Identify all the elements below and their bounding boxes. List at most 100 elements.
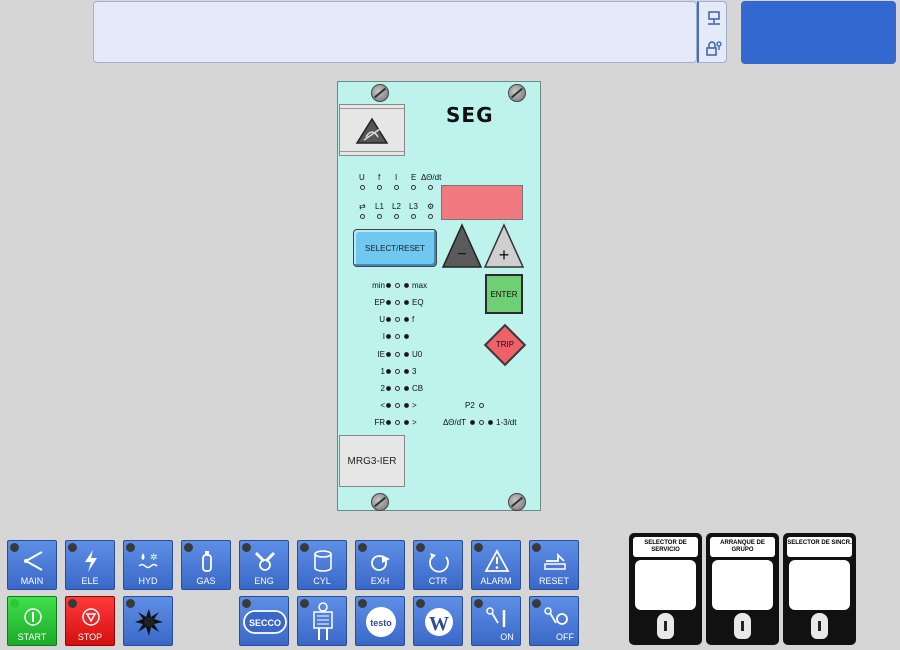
w-logo-button[interactable]: W — [413, 596, 463, 646]
led — [394, 185, 399, 190]
button-label: ON — [500, 632, 514, 642]
button-label: HYD — [138, 576, 158, 586]
key-on-icon — [486, 607, 506, 627]
testo-logo-icon: testo — [366, 607, 396, 637]
w-logo-icon: W — [425, 608, 453, 636]
led — [395, 334, 400, 339]
indicator-label-left: IE — [377, 350, 385, 359]
led — [386, 352, 391, 357]
led-label-dtheta: ΔΘ/dt — [421, 173, 442, 182]
alarm-icon — [484, 549, 510, 572]
led — [428, 185, 433, 190]
led — [386, 334, 391, 339]
led — [386, 283, 391, 288]
start-icon — [24, 608, 42, 626]
header-action-panel[interactable] — [741, 1, 896, 64]
selector-window — [789, 560, 850, 610]
select-reset-button[interactable]: SELECT/RESET — [353, 229, 437, 267]
led — [470, 420, 475, 425]
indicator-label-left: U — [379, 315, 385, 324]
start-button[interactable]: START — [7, 596, 57, 646]
led — [404, 300, 409, 305]
indicator-label-right: CB — [412, 384, 424, 393]
key-on-button[interactable]: ON — [471, 596, 521, 646]
p2-label: P2 — [465, 401, 475, 410]
key-off-button[interactable]: OFF — [529, 596, 579, 646]
button-label: ENG — [254, 576, 274, 586]
screw-icon — [371, 84, 389, 102]
secco-button[interactable]: SECCO — [239, 596, 289, 646]
xray-button[interactable] — [297, 596, 347, 646]
indicator-label-right: EQ — [412, 298, 424, 307]
led — [395, 352, 400, 357]
button-label: EXH — [370, 576, 390, 586]
enter-button[interactable]: ENTER — [485, 274, 523, 314]
led — [479, 403, 484, 408]
screw-icon — [508, 84, 526, 102]
led — [479, 420, 484, 425]
led — [395, 369, 400, 374]
reset-icon — [544, 552, 566, 570]
service-selector[interactable]: SELECTOR DE SERVICIO — [629, 533, 702, 645]
led — [386, 369, 391, 374]
indicator-label-left: I — [382, 332, 385, 341]
indicator-label-left: min — [372, 281, 385, 290]
button-label: ALARM — [480, 576, 512, 586]
eng-button[interactable]: ENG — [239, 540, 289, 590]
button-label: CYL — [313, 576, 331, 586]
led — [386, 386, 391, 391]
lock-user-icon[interactable] — [706, 40, 722, 56]
trip-button[interactable]: TRIP — [483, 323, 527, 367]
led — [404, 403, 409, 408]
reset-button[interactable]: RESET — [529, 540, 579, 590]
topbar-icon-strip — [697, 1, 727, 63]
plus-button[interactable]: + — [483, 223, 525, 269]
brand-logo: SEG — [446, 103, 494, 127]
minus-button[interactable]: − — [441, 223, 483, 269]
led — [411, 185, 416, 190]
testo-button[interactable]: testo — [355, 596, 405, 646]
sync-selector[interactable]: SELECTOR DE SINCR. — [783, 533, 856, 645]
indicator-label-right: > — [412, 401, 417, 410]
selector-knob[interactable] — [657, 613, 674, 639]
led — [386, 403, 391, 408]
led — [377, 214, 382, 219]
exh-button[interactable]: EXH — [355, 540, 405, 590]
indicator-label-left: < — [380, 401, 385, 410]
message-bar — [93, 1, 697, 63]
selector-title: SELECTOR DE SINCR. — [787, 537, 852, 557]
led — [395, 386, 400, 391]
led-label-l2: L2 — [392, 202, 401, 211]
selector-knob[interactable] — [734, 613, 751, 639]
indicator-label-right: > — [412, 418, 417, 427]
led — [395, 317, 400, 322]
secco-label: SECCO — [249, 618, 281, 628]
selector-window — [712, 560, 773, 610]
group-start-selector[interactable]: ARRANQUE DE GRUPO — [706, 533, 779, 645]
gas-button[interactable]: GAS — [181, 540, 231, 590]
stop-button[interactable]: STOP — [65, 596, 115, 646]
ctr-button[interactable]: CTR — [413, 540, 463, 590]
button-label: STOP — [77, 632, 103, 642]
led — [395, 283, 400, 288]
cylinder-icon — [314, 550, 332, 572]
selector-knob[interactable] — [811, 613, 828, 639]
led — [488, 420, 493, 425]
hyd-button[interactable]: ✲ HYD — [123, 540, 173, 590]
cyl-button[interactable]: CYL — [297, 540, 347, 590]
plus-label: + — [499, 245, 510, 265]
ele-button[interactable]: ELE — [65, 540, 115, 590]
main-button[interactable]: MAIN — [7, 540, 57, 590]
splash-button[interactable] — [123, 596, 173, 646]
selector-title: SELECTOR DE SERVICIO — [633, 537, 698, 557]
led-label-gear: ⚙ — [427, 202, 435, 211]
indicator-label-right: f — [412, 315, 415, 324]
screw-icon — [371, 493, 389, 511]
trip-label: TRIP — [495, 340, 515, 349]
speaker-icon — [23, 551, 43, 571]
led — [377, 185, 382, 190]
alarm-button[interactable]: ALARM — [471, 540, 521, 590]
led — [394, 214, 399, 219]
network-icon[interactable] — [706, 11, 722, 27]
led — [395, 403, 400, 408]
